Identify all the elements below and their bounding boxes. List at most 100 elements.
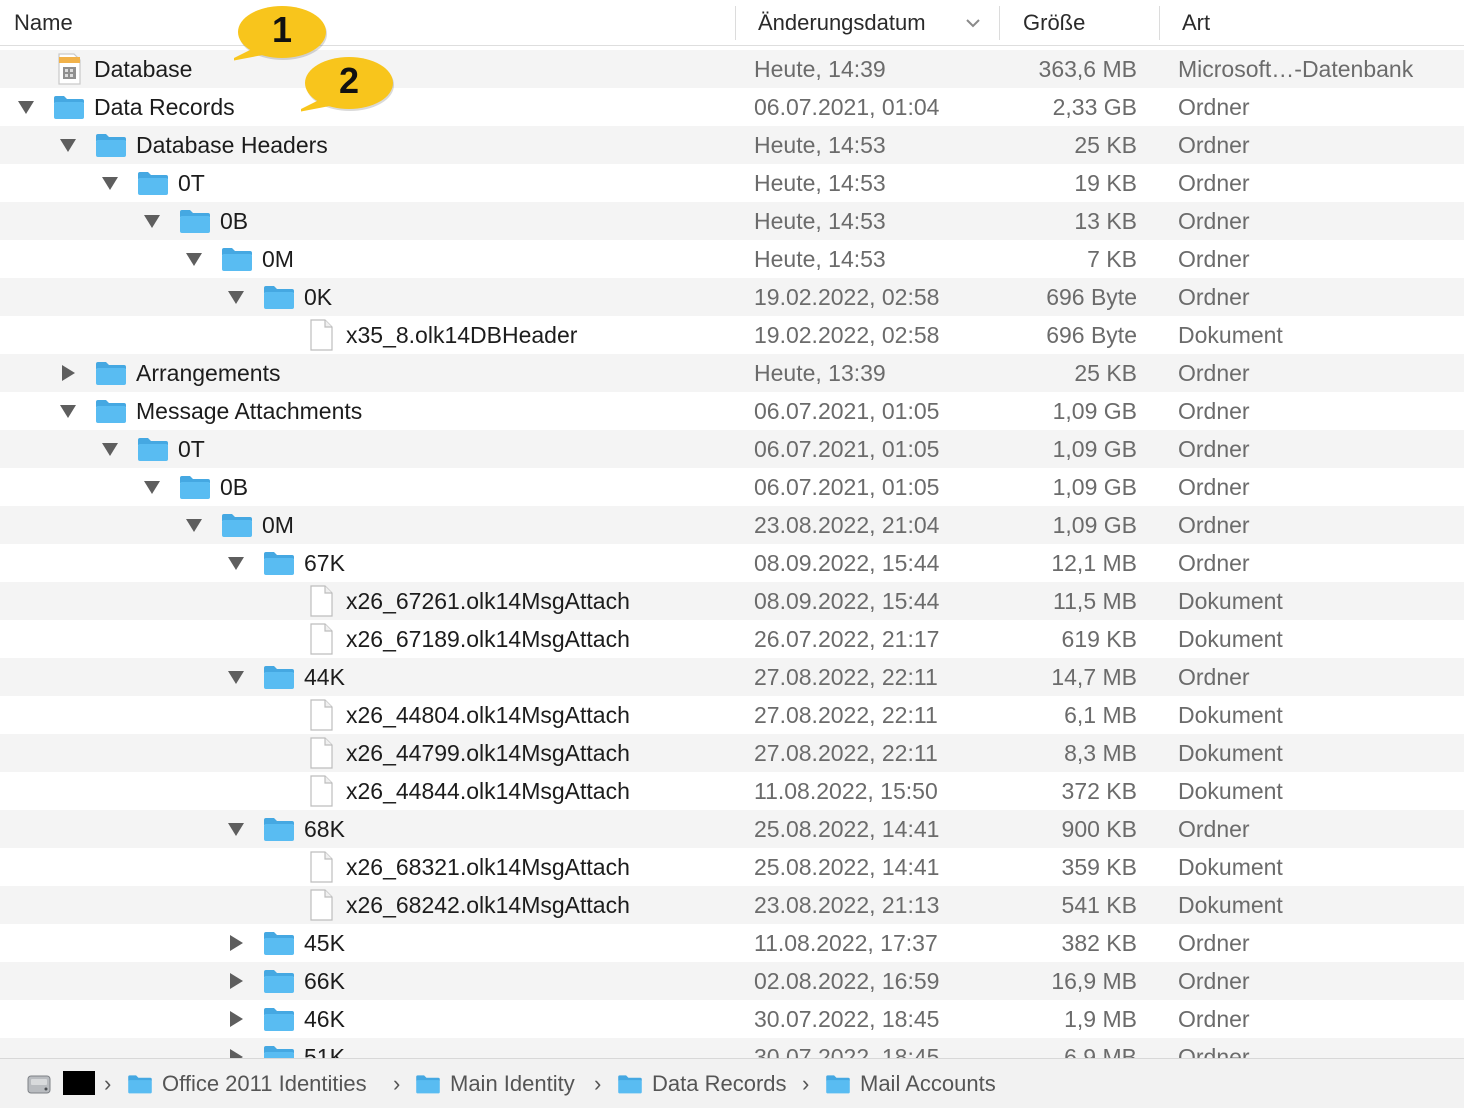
item-date: 19.02.2022, 02:58 [754, 322, 940, 348]
hard-drive-icon[interactable] [26, 1070, 52, 1098]
disclosure-triangle-collapsed-icon[interactable] [227, 972, 245, 990]
folder-row[interactable]: 66K 02.08.2022, 16:59 16,9 MB Ordner [0, 962, 1464, 1000]
item-size: 12,1 MB [1051, 550, 1137, 576]
item-date: 27.08.2022, 22:11 [754, 664, 938, 690]
folder-row[interactable]: 44K 27.08.2022, 22:11 14,7 MB Ordner [0, 658, 1464, 696]
path-separator-chevron-icon: › [802, 1071, 810, 1096]
item-date: 27.08.2022, 22:11 [754, 740, 938, 766]
disclosure-triangle-collapsed-icon[interactable] [227, 934, 245, 952]
folder-row[interactable]: Arrangements Heute, 13:39 25 KB Ordner [0, 354, 1464, 392]
item-name: Message Attachments [136, 398, 363, 424]
disclosure-triangle-expanded-icon[interactable] [143, 478, 161, 496]
folder-icon [95, 397, 127, 425]
sort-chevron-down-icon[interactable] [964, 15, 982, 31]
item-kind: Ordner [1178, 664, 1250, 690]
path-item[interactable]: Data Records [652, 1059, 787, 1109]
item-name: 0T [178, 436, 205, 462]
file-row[interactable]: x26_44804.olk14MsgAttach 27.08.2022, 22:1… [0, 696, 1464, 734]
item-name: 44K [304, 664, 345, 690]
folder-icon [617, 1073, 643, 1095]
folder-icon [263, 967, 295, 995]
column-divider[interactable] [999, 6, 1000, 40]
item-size: 900 KB [1061, 816, 1137, 842]
folder-row[interactable]: 0K 19.02.2022, 02:58 696 Byte Ordner [0, 278, 1464, 316]
item-date: Heute, 14:53 [754, 208, 886, 234]
folder-row[interactable]: 67K 08.09.2022, 15:44 12,1 MB Ordner [0, 544, 1464, 582]
folder-row[interactable]: 0M Heute, 14:53 7 KB Ordner [0, 240, 1464, 278]
disclosure-triangle-expanded-icon[interactable] [143, 212, 161, 230]
item-name: Database Headers [136, 132, 328, 158]
item-size: 6,9 MB [1064, 1044, 1137, 1058]
column-divider[interactable] [1159, 6, 1160, 40]
column-header-date[interactable]: Änderungsdatum [758, 0, 926, 45]
file-list[interactable]: Database Heute, 14:39 363,6 MB Microsoft…-D… [0, 50, 1464, 1058]
disclosure-triangle-expanded-icon[interactable] [17, 98, 35, 116]
file-row[interactable]: x26_44844.olk14MsgAttach 11.08.2022, 15:5… [0, 772, 1464, 810]
folder-row[interactable]: 0M 23.08.2022, 21:04 1,09 GB Ordner [0, 506, 1464, 544]
folder-row[interactable]: Message Attachments 06.07.2021, 01:05 1,09… [0, 392, 1464, 430]
column-header-bar: Name Änderungsdatum Größe Art [0, 0, 1464, 46]
item-name: 51K [304, 1044, 345, 1058]
disclosure-triangle-expanded-icon[interactable] [185, 250, 203, 268]
column-header-size[interactable]: Größe [1023, 0, 1085, 45]
folder-row[interactable]: 51K 30.07.2022, 18:45 6,9 MB Ordner [0, 1038, 1464, 1058]
disclosure-triangle-collapsed-icon[interactable] [59, 364, 77, 382]
item-kind: Ordner [1178, 94, 1250, 120]
folder-row[interactable]: 45K 11.08.2022, 17:37 382 KB Ordner [0, 924, 1464, 962]
disclosure-triangle-expanded-icon[interactable] [185, 516, 203, 534]
disclosure-triangle-expanded-icon[interactable] [59, 136, 77, 154]
item-date: 11.08.2022, 15:50 [754, 778, 938, 804]
item-size: 8,3 MB [1064, 740, 1137, 766]
folder-row[interactable]: 0B Heute, 14:53 13 KB Ordner [0, 202, 1464, 240]
item-kind: Ordner [1178, 816, 1250, 842]
file-row[interactable]: x26_67261.olk14MsgAttach 08.09.2022, 15:4… [0, 582, 1464, 620]
item-name: Arrangements [136, 360, 281, 386]
disclosure-triangle-expanded-icon[interactable] [101, 440, 119, 458]
folder-icon [825, 1073, 851, 1095]
folder-row[interactable]: Data Records 06.07.2021, 01:04 2,33 GB Ordn… [0, 88, 1464, 126]
column-header-kind[interactable]: Art [1182, 0, 1210, 45]
folder-row[interactable]: 46K 30.07.2022, 18:45 1,9 MB Ordner [0, 1000, 1464, 1038]
item-kind: Ordner [1178, 284, 1250, 310]
disclosure-triangle-collapsed-icon[interactable] [227, 1048, 245, 1058]
item-kind: Dokument [1178, 740, 1283, 766]
item-name: 67K [304, 550, 345, 576]
file-row[interactable]: x35_8.olk14DBHeader 19.02.2022, 02:58 696 … [0, 316, 1464, 354]
item-kind: Dokument [1178, 588, 1283, 614]
folder-row[interactable]: 0B 06.07.2021, 01:05 1,09 GB Ordner [0, 468, 1464, 506]
path-item[interactable]: Mail Accounts [860, 1059, 996, 1109]
item-date: Heute, 14:53 [754, 170, 886, 196]
item-name: Data Records [94, 94, 235, 120]
item-name: x26_44804.olk14MsgAttach [346, 702, 630, 728]
folder-icon [221, 245, 253, 273]
disclosure-triangle-expanded-icon[interactable] [59, 402, 77, 420]
disclosure-triangle-collapsed-icon[interactable] [227, 1010, 245, 1028]
document-icon [305, 889, 337, 921]
disclosure-triangle-expanded-icon[interactable] [227, 820, 245, 838]
item-date: 11.08.2022, 17:37 [754, 930, 938, 956]
folder-row[interactable]: 0T 06.07.2021, 01:05 1,09 GB Ordner [0, 430, 1464, 468]
folder-icon [263, 1005, 295, 1033]
item-kind: Dokument [1178, 892, 1283, 918]
disclosure-triangle-expanded-icon[interactable] [227, 288, 245, 306]
disclosure-triangle-expanded-icon[interactable] [101, 174, 119, 192]
folder-row[interactable]: 68K 25.08.2022, 14:41 900 KB Ordner [0, 810, 1464, 848]
folder-icon [179, 473, 211, 501]
disclosure-triangle-expanded-icon[interactable] [227, 668, 245, 686]
redacted-volume-name[interactable] [63, 1071, 95, 1095]
file-row[interactable]: x26_44799.olk14MsgAttach 27.08.2022, 22:1… [0, 734, 1464, 772]
folder-row[interactable]: 0T Heute, 14:53 19 KB Ordner [0, 164, 1464, 202]
document-icon [305, 623, 337, 655]
column-header-name[interactable]: Name [14, 0, 73, 45]
file-row[interactable]: x26_68242.olk14MsgAttach 23.08.2022, 21:1… [0, 886, 1464, 924]
disclosure-triangle-expanded-icon[interactable] [227, 554, 245, 572]
item-size: 1,09 GB [1052, 398, 1137, 424]
folder-row[interactable]: Database Headers Heute, 14:53 25 KB Ordner [0, 126, 1464, 164]
item-kind: Ordner [1178, 1006, 1250, 1032]
file-row[interactable]: Database Heute, 14:39 363,6 MB Microsoft…-D… [0, 50, 1464, 88]
file-row[interactable]: x26_68321.olk14MsgAttach 25.08.2022, 14:4… [0, 848, 1464, 886]
path-item[interactable]: Office 2011 Identities [162, 1059, 367, 1109]
file-row[interactable]: x26_67189.olk14MsgAttach 26.07.2022, 21:1… [0, 620, 1464, 658]
path-item[interactable]: Main Identity [450, 1059, 575, 1109]
column-divider[interactable] [735, 6, 736, 40]
